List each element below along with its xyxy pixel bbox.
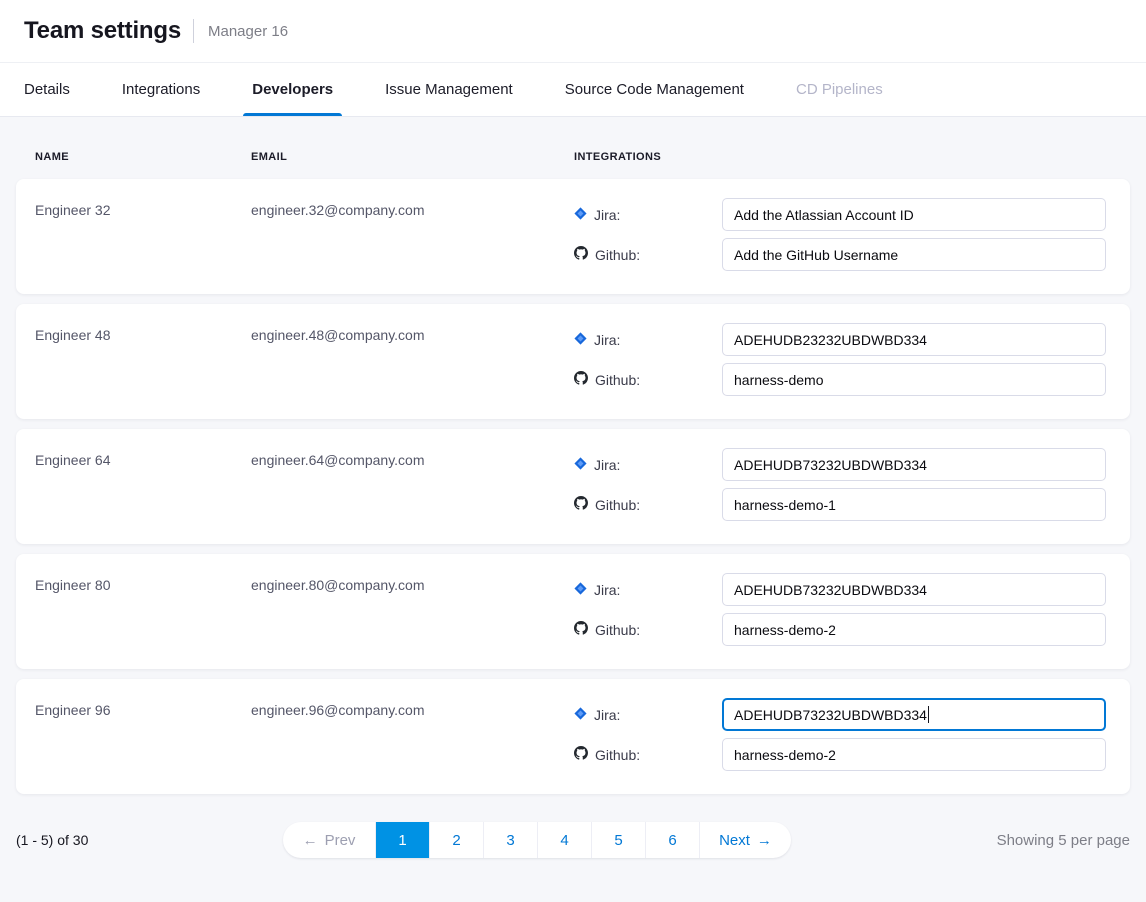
github-icon (574, 746, 588, 763)
jira-label: Jira: (594, 207, 620, 223)
developer-email: engineer.96@company.com (251, 702, 574, 794)
github-username-input[interactable]: harness-demo-2 (722, 613, 1106, 646)
github-username-input[interactable]: harness-demo (722, 363, 1106, 396)
github-label: Github: (595, 247, 640, 263)
table-row: Engineer 96 engineer.96@company.com Jira… (16, 679, 1130, 794)
column-header-email: EMAIL (251, 151, 574, 163)
github-label: Github: (595, 372, 640, 388)
developer-email: engineer.64@company.com (251, 452, 574, 544)
github-icon (574, 246, 588, 263)
jira-icon (574, 207, 587, 223)
jira-label-group: Jira: (574, 457, 722, 473)
developer-name: Engineer 48 (35, 327, 251, 419)
jira-account-input[interactable]: ADEHUDB73232UBDWBD334 (722, 573, 1106, 606)
tab-developers[interactable]: Developers (252, 63, 333, 116)
tab-bar: Details Integrations Developers Issue Ma… (0, 62, 1146, 117)
github-label: Github: (595, 747, 640, 763)
page-button-4[interactable]: 4 (537, 822, 591, 858)
text-cursor (928, 706, 930, 723)
developers-panel: NAME EMAIL INTEGRATIONS Engineer 32 engi… (0, 117, 1146, 902)
table-row: Engineer 80 engineer.80@company.com Jira… (16, 554, 1130, 669)
jira-account-input[interactable]: ADEHUDB23232UBDWBD334 (722, 323, 1106, 356)
developer-email: engineer.48@company.com (251, 327, 574, 419)
title-separator (193, 19, 194, 43)
prev-page-button[interactable]: ← Prev (283, 822, 375, 858)
left-arrow-icon: ← (303, 832, 318, 849)
table-header: NAME EMAIL INTEGRATIONS (16, 117, 1130, 179)
jira-account-input[interactable]: Add the Atlassian Account ID (722, 198, 1106, 231)
github-icon (574, 371, 588, 388)
table-row: Engineer 32 engineer.32@company.com Jira… (16, 179, 1130, 294)
tab-issue-management[interactable]: Issue Management (385, 63, 513, 116)
developer-email: engineer.32@company.com (251, 202, 574, 294)
jira-label: Jira: (594, 457, 620, 473)
jira-icon (574, 707, 587, 723)
jira-icon (574, 582, 587, 598)
github-label-group: Github: (574, 746, 722, 763)
jira-label: Jira: (594, 582, 620, 598)
page-button-3[interactable]: 3 (483, 822, 537, 858)
page-header: Team settings Manager 16 (0, 0, 1146, 62)
github-label-group: Github: (574, 621, 722, 638)
developer-name: Engineer 80 (35, 577, 251, 669)
github-username-input[interactable]: harness-demo-1 (722, 488, 1106, 521)
jira-label-group: Jira: (574, 207, 722, 223)
pagination-bar: (1 - 5) of 30 ← Prev 1 2 3 4 5 6 Next → … (16, 822, 1130, 858)
developer-name: Engineer 64 (35, 452, 251, 544)
github-label-group: Github: (574, 246, 722, 263)
column-header-name: NAME (35, 151, 251, 163)
page-title: Team settings (24, 17, 181, 45)
jira-label: Jira: (594, 707, 620, 723)
tab-details[interactable]: Details (24, 63, 70, 116)
tab-cd-pipelines: CD Pipelines (796, 63, 883, 116)
github-icon (574, 621, 588, 638)
pager: ← Prev 1 2 3 4 5 6 Next → (283, 822, 791, 858)
right-arrow-icon: → (757, 832, 772, 849)
github-label-group: Github: (574, 371, 722, 388)
github-icon (574, 496, 588, 513)
table-row: Engineer 48 engineer.48@company.com Jira… (16, 304, 1130, 419)
column-header-integrations: INTEGRATIONS (574, 151, 661, 163)
jira-label: Jira: (594, 332, 620, 348)
developer-list: Engineer 32 engineer.32@company.com Jira… (16, 179, 1130, 794)
page-button-2[interactable]: 2 (429, 822, 483, 858)
tab-source-code-management[interactable]: Source Code Management (565, 63, 744, 116)
github-username-input[interactable]: harness-demo-2 (722, 738, 1106, 771)
per-page-text: Showing 5 per page (997, 832, 1130, 849)
tab-integrations[interactable]: Integrations (122, 63, 200, 116)
jira-icon (574, 457, 587, 473)
github-label: Github: (595, 622, 640, 638)
jira-account-input[interactable]: ADEHUDB73232UBDWBD334 (722, 448, 1106, 481)
github-username-input[interactable]: Add the GitHub Username (722, 238, 1106, 271)
next-page-button[interactable]: Next → (699, 822, 791, 858)
jira-label-group: Jira: (574, 582, 722, 598)
page-button-5[interactable]: 5 (591, 822, 645, 858)
developer-email: engineer.80@company.com (251, 577, 574, 669)
page-button-6[interactable]: 6 (645, 822, 699, 858)
jira-label-group: Jira: (574, 707, 722, 723)
jira-label-group: Jira: (574, 332, 722, 348)
jira-account-input[interactable]: ADEHUDB73232UBDWBD334 (722, 698, 1106, 731)
github-label: Github: (595, 497, 640, 513)
developer-name: Engineer 32 (35, 202, 251, 294)
page-subtitle: Manager 16 (208, 23, 288, 40)
jira-icon (574, 332, 587, 348)
table-row: Engineer 64 engineer.64@company.com Jira… (16, 429, 1130, 544)
page-button-1[interactable]: 1 (375, 822, 429, 858)
developer-name: Engineer 96 (35, 702, 251, 794)
result-range-text: (1 - 5) of 30 (16, 832, 206, 848)
github-label-group: Github: (574, 496, 722, 513)
